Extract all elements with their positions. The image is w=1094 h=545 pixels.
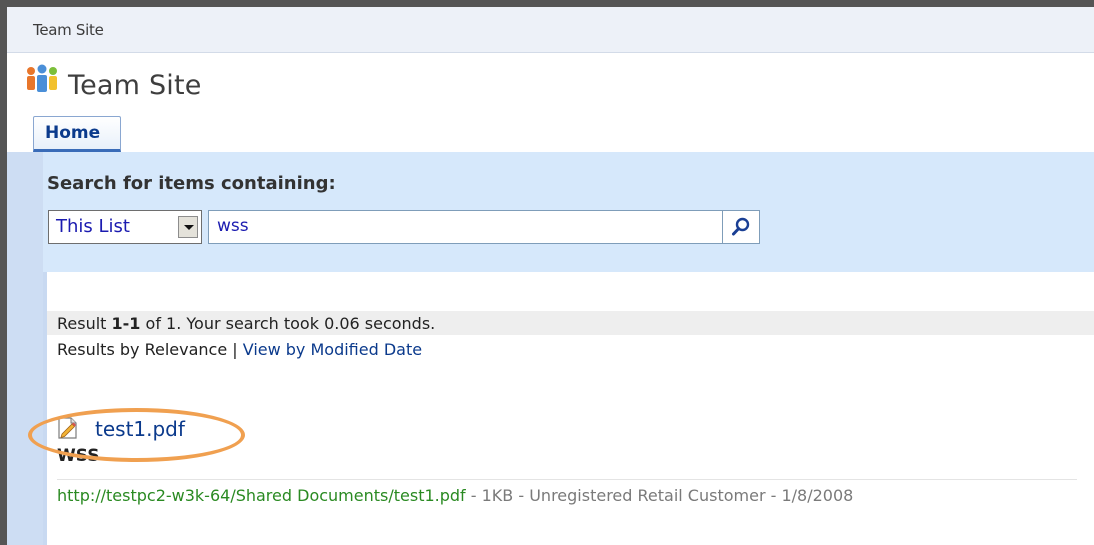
- search-area: Search for items containing: This List w…: [7, 152, 1094, 272]
- search-label: Search for items containing:: [47, 173, 336, 194]
- results-summary-prefix: Result: [57, 314, 112, 333]
- site-header: Team Site: [7, 53, 1094, 111]
- results-summary-bar: Result 1-1 of 1. Your search took 0.06 s…: [47, 311, 1094, 335]
- result-info: - 1KB - Unregistered Retail Customer - 1…: [465, 486, 854, 505]
- left-rail: [7, 152, 43, 545]
- result-url[interactable]: http://testpc2-w3k-64/Shared Documents/t…: [57, 486, 466, 505]
- search-scope-value: This List: [56, 216, 130, 237]
- breadcrumb-bar: Team Site: [7, 7, 1094, 53]
- dropdown-arrow-icon[interactable]: [178, 216, 198, 238]
- tab-home[interactable]: Home: [33, 116, 121, 152]
- results-summary-range: 1-1: [111, 314, 141, 333]
- sort-options: Results by Relevance | View by Modified …: [57, 340, 422, 359]
- search-scope-select[interactable]: This List: [48, 210, 202, 244]
- results-summary-suffix: of 1. Your search took 0.06 seconds.: [140, 314, 436, 333]
- view-by-modified-date-link[interactable]: View by Modified Date: [243, 340, 422, 359]
- people-group-icon: [27, 64, 57, 92]
- magnifier-icon: [732, 217, 750, 236]
- top-nav: Home: [7, 112, 1094, 152]
- search-button[interactable]: [723, 210, 760, 244]
- result-meta: http://testpc2-w3k-64/Shared Documents/t…: [57, 486, 853, 505]
- breadcrumb[interactable]: Team Site: [33, 21, 104, 39]
- result-divider: [57, 479, 1077, 480]
- search-input[interactable]: wss: [208, 210, 723, 244]
- sort-current: Results by Relevance: [57, 340, 228, 359]
- sort-separator: |: [227, 340, 243, 359]
- results-summary: Result 1-1 of 1. Your search took 0.06 s…: [57, 314, 435, 333]
- site-title[interactable]: Team Site: [68, 70, 202, 101]
- highlight-annotation: [28, 408, 245, 462]
